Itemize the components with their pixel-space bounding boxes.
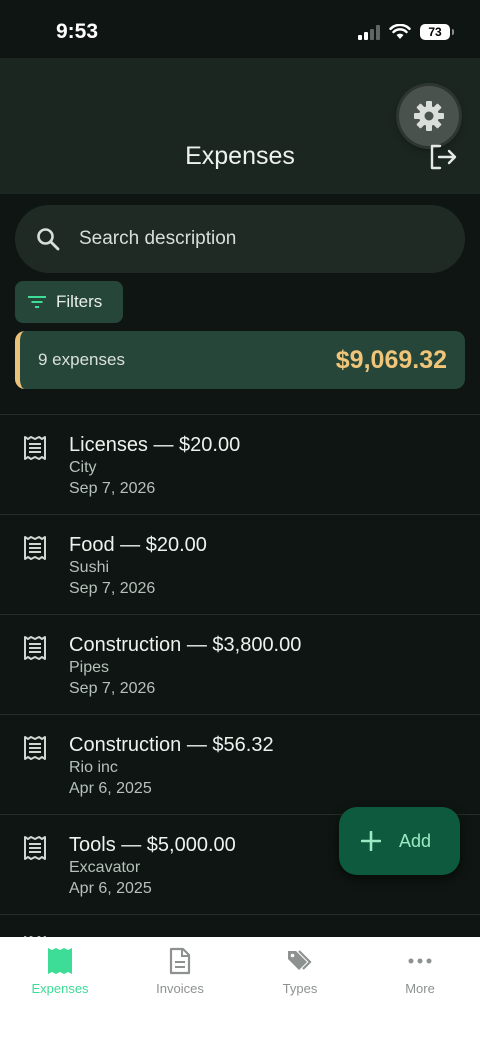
gear-icon [414, 101, 444, 131]
app-header: Expenses [0, 58, 480, 194]
expense-title: Licenses — $20.00 [69, 434, 241, 456]
expense-title: Tools — $5,000.00 [69, 834, 236, 856]
expense-row[interactable]: Construction — $56.32 Rio inc Apr 6, 202… [0, 714, 480, 814]
expense-list: Licenses — $20.00 City Sep 7, 2026 Food … [0, 414, 480, 1014]
receipt-icon [24, 436, 46, 460]
battery-icon: 73 [420, 24, 454, 40]
search-icon [37, 228, 60, 251]
plus-icon [361, 831, 381, 851]
nav-item-more[interactable]: More [360, 937, 480, 1039]
expense-title: Construction — $56.32 [69, 734, 274, 756]
add-expense-button[interactable]: Add [339, 807, 460, 875]
nav-label: More [405, 981, 435, 996]
receipt-icon [24, 736, 46, 760]
filters-label: Filters [56, 292, 103, 311]
nav-item-invoices[interactable]: Invoices [120, 937, 240, 1039]
expense-description: Sushi [69, 559, 110, 576]
nav-item-expenses[interactable]: Expenses [0, 937, 120, 1039]
expenses-summary: 9 expenses $9,069.32 [15, 331, 465, 389]
receipt-icon [46, 947, 74, 975]
expense-count: 9 expenses [38, 350, 125, 369]
expense-date: Apr 6, 2025 [69, 780, 152, 797]
nav-item-types[interactable]: Types [240, 937, 360, 1039]
page-title: Expenses [185, 142, 295, 170]
expense-description: Pipes [69, 659, 110, 676]
status-time: 9:53 [56, 20, 99, 43]
logout-icon[interactable] [428, 143, 458, 171]
tags-icon [286, 947, 314, 975]
wifi-icon [389, 24, 411, 39]
filter-icon [28, 296, 46, 308]
expense-date: Sep 7, 2026 [69, 680, 156, 697]
bottom-nav: Expenses Invoices Types More [0, 937, 480, 1039]
expense-date: Apr 6, 2025 [69, 880, 152, 897]
expense-row[interactable]: Construction — $3,800.00 Pipes Sep 7, 20… [0, 614, 480, 714]
document-icon [166, 947, 194, 975]
search-input[interactable]: Search description [15, 205, 465, 273]
filters-button[interactable]: Filters [15, 281, 123, 323]
more-icon [406, 947, 434, 975]
receipt-icon [24, 836, 46, 860]
nav-label: Expenses [31, 981, 89, 996]
nav-label: Types [282, 981, 318, 996]
expense-description: Rio inc [69, 759, 118, 776]
nav-label: Invoices [156, 981, 204, 996]
expense-row[interactable]: Food — $20.00 Sushi Sep 7, 2026 [0, 514, 480, 614]
expense-title: Food — $20.00 [69, 534, 207, 556]
expense-description: Excavator [69, 859, 141, 876]
add-label: Add [399, 830, 432, 851]
status-indicators: 73 [358, 22, 454, 42]
cellular-signal-icon [358, 24, 380, 40]
settings-button[interactable] [399, 86, 459, 146]
expense-date: Sep 7, 2026 [69, 580, 156, 597]
expense-title: Construction — $3,800.00 [69, 634, 302, 656]
receipt-icon [24, 636, 46, 660]
status-bar: 9:53 73 [0, 0, 480, 58]
expense-total: $9,069.32 [335, 345, 447, 374]
search-placeholder: Search description [79, 228, 237, 249]
expense-row[interactable]: Licenses — $20.00 City Sep 7, 2026 [0, 414, 480, 514]
expense-description: City [69, 459, 97, 476]
receipt-icon [24, 536, 46, 560]
expense-date: Sep 7, 2026 [69, 480, 156, 497]
